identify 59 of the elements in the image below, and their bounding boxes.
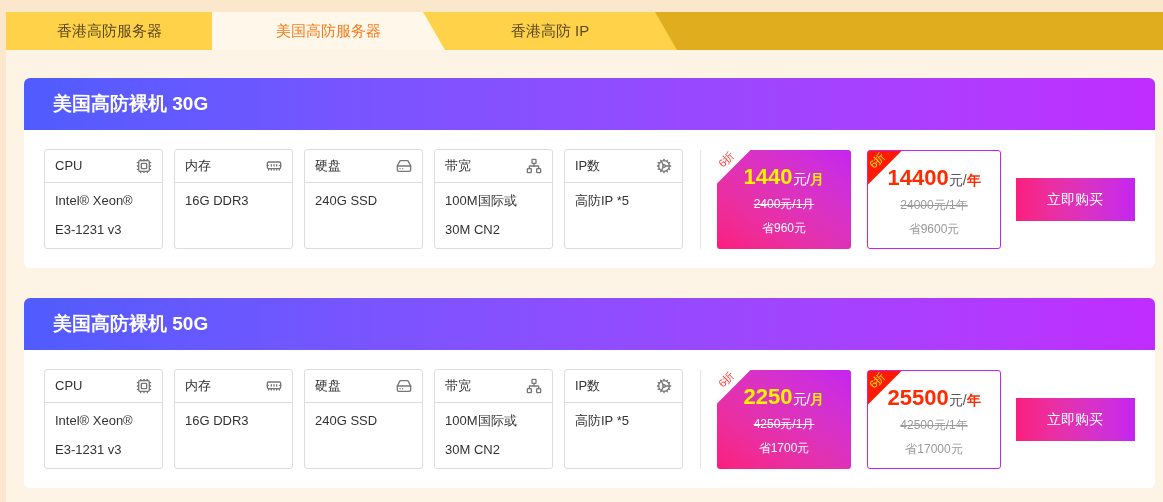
hard-drive-icon	[396, 378, 412, 394]
memory-card-icon	[266, 378, 282, 394]
spec-value: 16G DDR3	[185, 192, 250, 210]
original-price: 42500元/1年	[900, 416, 968, 434]
spec-label: IP数	[575, 377, 601, 396]
price-period: 月	[810, 389, 825, 409]
chip-icon	[136, 158, 152, 174]
spec-label: IP数	[575, 157, 601, 176]
spec-label: 带宽	[445, 157, 471, 176]
hard-drive-icon	[396, 158, 412, 174]
spec-value: 高防IP *5	[575, 412, 630, 430]
spec-value: 240G SSD	[315, 192, 379, 210]
gear-icon	[656, 158, 672, 174]
price-unit: 元/	[792, 389, 811, 409]
spec-value: 240G SSD	[315, 412, 379, 430]
spec-label: CPU	[55, 157, 83, 176]
saving-text: 省9600元	[908, 220, 960, 238]
price-card[interactable]: 6折 25500元/年 42500元/1年 省17000元	[867, 369, 1001, 469]
saving-text: 省960元	[761, 219, 806, 237]
spec-label: 内存	[185, 377, 211, 396]
buy-button[interactable]: 立即购买	[1016, 397, 1135, 441]
spec-value: 高防IP *5	[575, 192, 630, 210]
spec-value: E3-1231 v3	[55, 220, 123, 239]
price-period: 年	[966, 390, 981, 410]
saving-text: 省17000元	[905, 440, 963, 458]
spec-value: E3-1231 v3	[55, 440, 123, 459]
price-period: 月	[810, 169, 825, 189]
memory-card-icon	[266, 158, 282, 174]
price-unit: 元/	[792, 169, 811, 189]
spec-value: Intel® Xeon®	[55, 412, 134, 430]
spec-value: 16G DDR3	[185, 412, 250, 430]
original-price: 24000元/1年	[900, 196, 968, 214]
original-price: 2400元/1月	[753, 195, 815, 213]
price-card[interactable]: 6折 14400元/年 24000元/1年 省9600元	[867, 149, 1001, 249]
network-icon	[526, 158, 542, 174]
spec-value: 100M国际或	[445, 412, 518, 430]
spec-value: 30M CN2	[445, 440, 501, 459]
saving-text: 省1700元	[758, 439, 810, 457]
gear-icon	[656, 378, 672, 394]
buy-button[interactable]: 立即购买	[1016, 177, 1135, 221]
price-period: 年	[966, 170, 981, 190]
network-icon	[526, 378, 542, 394]
spec-label: CPU	[55, 377, 83, 396]
product-title: 美国高防裸机 50G	[53, 311, 209, 336]
spec-label: 内存	[185, 157, 211, 176]
spec-label: 带宽	[445, 377, 471, 396]
spec-label: 硬盘	[315, 157, 341, 176]
price-unit: 元/	[948, 170, 967, 190]
spec-label: 硬盘	[315, 377, 341, 396]
price-card[interactable]: 6折 1440元/月 2400元/1月 省960元	[717, 149, 851, 249]
product-title: 美国高防裸机 30G	[53, 91, 209, 116]
spec-value: 100M国际或	[445, 192, 518, 210]
original-price: 4250元/1月	[753, 415, 815, 433]
spec-value: 30M CN2	[445, 220, 501, 239]
tab[interactable]: 美国高防服务器	[212, 12, 445, 50]
price-unit: 元/	[948, 390, 967, 410]
price-card[interactable]: 6折 2250元/月 4250元/1月 省1700元	[717, 369, 851, 469]
spec-value: Intel® Xeon®	[55, 192, 134, 210]
chip-icon	[136, 378, 152, 394]
